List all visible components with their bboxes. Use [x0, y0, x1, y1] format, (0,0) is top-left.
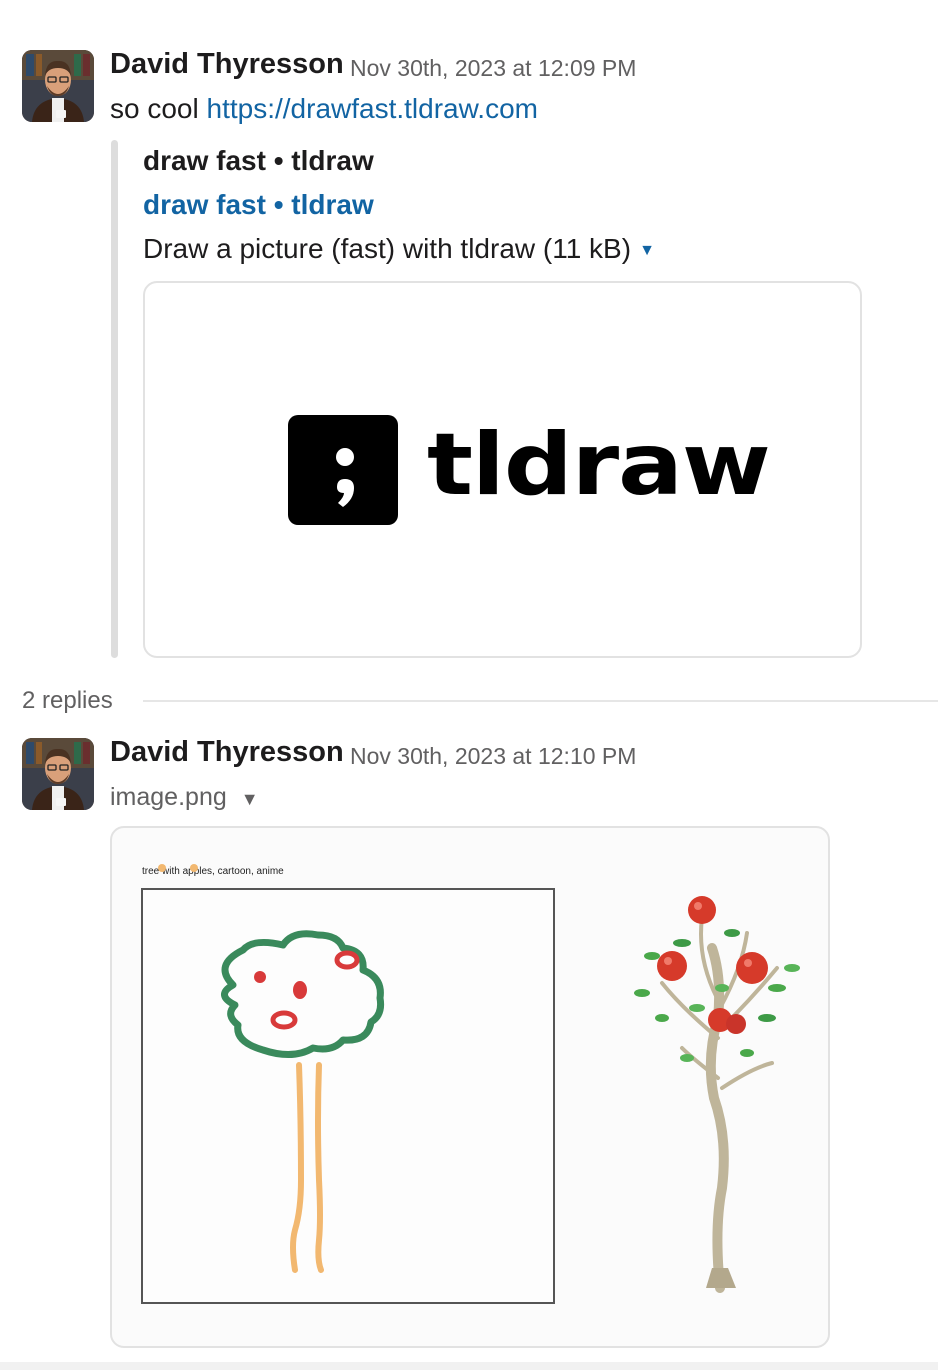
unfurl-title-link[interactable]: draw fast • tldraw: [143, 189, 374, 221]
message-author[interactable]: David Thyresson: [110, 48, 344, 81]
thread-replies-count[interactable]: 2 replies: [22, 687, 113, 715]
sketch-canvas[interactable]: [141, 888, 555, 1304]
unfurl-description: Draw a picture (fast) with tldraw (11 kB…: [143, 233, 655, 265]
caret-down-icon[interactable]: ▼: [639, 242, 655, 259]
message-text-prefix: so cool: [110, 93, 207, 124]
bottom-divider: [0, 1362, 938, 1370]
caret-down-icon[interactable]: ▼: [241, 789, 259, 809]
message-link[interactable]: https://drawfast.tldraw.com: [207, 93, 538, 124]
unfurl-quote-bar: [111, 140, 118, 658]
message-text: so cool https://drawfast.tldraw.com: [110, 93, 538, 125]
tldraw-logo-wordmark: tldraw: [427, 415, 771, 515]
unfurl-preview-image[interactable]: tldraw: [143, 281, 862, 658]
avatar[interactable]: [22, 738, 94, 810]
file-name: image.png ▼: [110, 783, 259, 812]
message-timestamp[interactable]: Nov 30th, 2023 at 12:09 PM: [350, 55, 636, 82]
file-name-text[interactable]: image.png: [110, 783, 227, 811]
avatar-image: [22, 738, 94, 810]
replies-divider: [143, 700, 938, 702]
tldraw-logo-icon: [288, 415, 398, 525]
unfurl-description-text: Draw a picture (fast) with tldraw (11 kB…: [143, 233, 632, 264]
cursor-dot: [190, 864, 198, 872]
avatar[interactable]: [22, 50, 94, 122]
generated-tree-image: [634, 896, 800, 1293]
tree-sketch: [221, 930, 385, 1273]
avatar-image: [22, 50, 94, 122]
unfurl-site-name: draw fast • tldraw: [143, 145, 374, 176]
attached-image[interactable]: tree with apples, cartoon, anime: [110, 826, 830, 1348]
message-timestamp[interactable]: Nov 30th, 2023 at 12:10 PM: [350, 743, 636, 770]
cursor-dot: [158, 864, 166, 872]
message-author[interactable]: David Thyresson: [110, 736, 344, 769]
